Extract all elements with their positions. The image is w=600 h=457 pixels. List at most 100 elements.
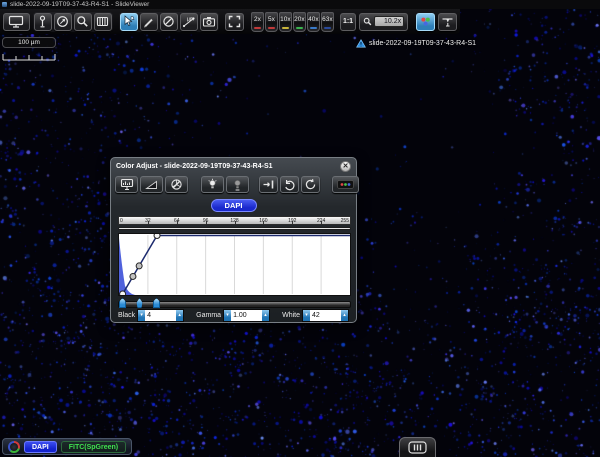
zoom-level-box[interactable]: 10.2x [359,13,408,31]
titlebar: slide-2022-09-19T09-37-43-R4-S1 - SlideV… [0,0,600,9]
disable-color-button[interactable] [165,176,188,193]
undo-arrow-icon [283,178,296,191]
reset-button[interactable] [301,176,320,193]
hide-annotations-button[interactable] [160,13,178,31]
one-to-one-button[interactable]: 1:1 [340,13,356,31]
slide-label-text: slide-2022-09-19T09-37-43-R4-S1 [369,40,476,47]
app-icon [2,2,7,7]
fit-to-screen-button[interactable] [225,13,244,31]
histogram-display-button[interactable] [115,176,138,193]
gamma-input[interactable] [231,310,262,321]
white-input[interactable] [310,310,341,321]
magnification-button-63x[interactable]: 63x [321,12,334,32]
levels-wedge-button[interactable] [140,176,163,193]
dialog-close-button[interactable]: ✕ [340,161,351,172]
apply-to-all-button[interactable] [259,176,278,193]
bulb-minus-icon [231,178,244,191]
black-decrement-arrow[interactable]: ▾ [138,310,145,321]
svg-text:µm: µm [187,17,194,23]
dialog-title: Color Adjust - slide-2022-09-19T09-37-43… [116,163,273,170]
level-fields: Black ▾ ▴ Gamma ▾ ▴ White ▾ [111,309,356,322]
fullscreen-icon [228,15,241,28]
magnification-button-5x[interactable]: 5x [265,12,278,32]
channel-tab-dapi[interactable]: DAPI [24,441,57,453]
slider-track[interactable] [118,301,351,308]
slide-label-button[interactable] [94,13,112,31]
measure-tool-button[interactable]: µm [180,13,198,31]
white-point-handle[interactable] [153,298,160,308]
ruler-tick-label: 0 [120,217,123,225]
white-decrement-arrow[interactable]: ▾ [303,310,310,321]
pen-icon [142,15,155,28]
rgb-dots-icon [337,180,354,189]
dialog-color-dots-group [332,176,359,193]
channel-select-button[interactable]: DAPI [211,199,257,212]
gamma-decrement-arrow[interactable]: ▾ [224,310,231,321]
dialog-display-group [115,176,188,193]
annotate-pen-button[interactable] [140,13,158,31]
color-wheel-slash-icon [170,178,183,191]
black-point-handle[interactable] [119,298,126,308]
levels-wedge-icon [145,178,158,191]
white-increment-arrow[interactable]: ▴ [341,310,348,321]
color-adjust-button[interactable] [416,13,435,31]
window-title: slide-2022-09-19T09-37-43-R4-S1 - SlideV… [10,0,149,9]
channel-bar: DAPI FITC(SpGreen) [2,438,132,455]
intensity-ruler: 0326496128160192224255 [118,216,351,225]
slide-tray-handle[interactable] [399,437,436,457]
reset-circle-icon [304,178,317,191]
warning-icon [356,39,366,48]
color-adjust-dialog: Color Adjust - slide-2022-09-19T09-37-43… [110,157,357,323]
dialog-titlebar[interactable]: Color Adjust - slide-2022-09-19T09-37-43… [111,158,356,173]
tracking-pin-button[interactable] [34,13,52,31]
rgb-circles-icon [419,15,432,28]
slide-tray-icon [408,441,427,454]
scale-bar-label: 100 µm [2,37,56,48]
black-input[interactable] [145,310,176,321]
auto-darken-button[interactable] [226,176,249,193]
channel-colors-button[interactable] [332,176,359,193]
magnification-group: 2x5x10x20x40x63x [251,12,335,32]
white-field: White ▾ ▴ [282,309,349,322]
curve-plot[interactable] [118,233,351,296]
magnification-button-40x[interactable]: 40x [307,12,320,32]
monitor-icon [8,15,24,28]
black-field: Black ▾ ▴ [118,309,184,322]
dialog-toolbar [111,173,356,193]
magnification-button-2x[interactable]: 2x [251,12,264,32]
gamma-field: Gamma ▾ ▴ [196,309,270,322]
gradient-strip [118,227,351,230]
snapshot-button[interactable] [200,13,218,31]
magnification-button-10x[interactable]: 10x [279,12,292,32]
annotation-tools-group: µm [119,12,219,32]
barcode-icon [96,15,109,28]
pointer-tool-button[interactable] [120,13,138,31]
navigator-button[interactable] [54,13,72,31]
compass-icon [56,15,69,28]
magnifier-icon [76,15,89,28]
main-toolbar: µm 2x5x10x20x40x63x 1:1 10.2x [0,9,460,34]
arrow-into-bar-icon [262,178,275,191]
zoom-magnifier-icon [363,17,372,26]
dialog-apply-group [259,176,320,193]
magnifier-window-button[interactable] [74,13,92,31]
gamma-increment-arrow[interactable]: ▴ [262,310,269,321]
black-increment-arrow[interactable]: ▴ [176,310,183,321]
display-settings-button[interactable] [3,13,30,31]
dialog-brightness-group [201,176,249,193]
cursor-icon [122,15,135,28]
zoom-level-value[interactable]: 10.2x [374,16,404,27]
undo-button[interactable] [280,176,299,193]
scale-bar: 100 µm [2,37,56,66]
rgb-wheel-icon[interactable] [8,441,20,453]
level-slider-icon [441,15,454,28]
levels-adjust-button[interactable] [438,13,457,31]
measure-icon: µm [182,15,196,28]
magnification-button-20x[interactable]: 20x [293,12,306,32]
transfer-curve [119,234,350,295]
bulb-plus-icon [206,178,219,191]
channel-tab-fitc[interactable]: FITC(SpGreen) [61,441,126,453]
auto-brighten-button[interactable] [201,176,224,193]
histogram-monitor-icon [120,178,134,191]
ruler-tick-label: 255 [341,217,349,225]
